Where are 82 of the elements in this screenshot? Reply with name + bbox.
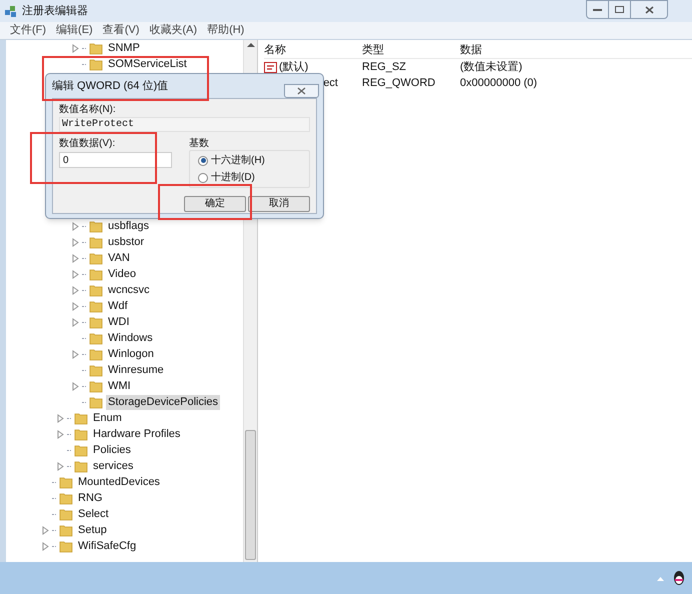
close-icon (297, 87, 306, 95)
menu-item[interactable]: 收藏夹(A) (149, 22, 198, 39)
folder-icon (59, 508, 73, 520)
column-header[interactable]: 数据 (460, 42, 692, 58)
folder-icon (74, 444, 88, 456)
radio-button[interactable] (198, 156, 208, 166)
folder-icon (89, 364, 103, 376)
tree-item[interactable]: Winlogon (106, 346, 156, 362)
folder-icon (59, 540, 73, 552)
folder-icon (89, 236, 103, 248)
tree-item[interactable]: Select (76, 506, 111, 522)
tree-item[interactable]: Video (106, 266, 138, 282)
value-name-field[interactable]: WriteProtect (59, 117, 310, 132)
tree-item[interactable]: Enum (91, 410, 124, 426)
column-header[interactable]: 名称 (264, 42, 362, 58)
folder-icon (89, 396, 103, 408)
field-label: 数值数据(V): (59, 138, 116, 150)
window-title: 注册表编辑器 (22, 4, 88, 19)
folder-icon (89, 300, 103, 312)
tree-item[interactable]: Hardware Profiles (91, 426, 182, 442)
tree-item[interactable]: WifiSafeCfg (76, 538, 138, 554)
radio-label: 十进制(D) (211, 170, 255, 185)
tree-item[interactable]: Wdf (106, 298, 130, 314)
expand-arrow-icon[interactable] (57, 462, 64, 470)
folder-icon (89, 58, 103, 70)
radio-label: 十六进制(H) (211, 154, 265, 168)
tree-item[interactable]: Winresume (106, 362, 166, 378)
value-data: (数值未设置) (460, 60, 522, 75)
folder-icon (59, 524, 73, 536)
value-data-field[interactable]: 0 (59, 152, 172, 168)
column-header[interactable]: 类型 (362, 42, 460, 58)
value-type: REG_SZ (362, 60, 408, 75)
value-data: 0x00000000 (0) (460, 76, 538, 91)
folder-icon (89, 316, 103, 328)
value-name: ect (323, 76, 338, 91)
folder-icon (89, 252, 103, 264)
dialog-button[interactable]: 取消 (248, 196, 310, 212)
string-value-icon (264, 62, 277, 72)
tree-item[interactable]: Windows (106, 330, 155, 346)
folder-icon (74, 428, 88, 440)
tree-item[interactable]: RNG (76, 490, 104, 506)
value-name: (默认) (279, 60, 308, 75)
tree-item[interactable]: usbstor (106, 234, 146, 250)
field-label: 数值名称(N): (59, 104, 117, 116)
value-type: REG_QWORD (362, 76, 436, 91)
folder-icon (89, 332, 103, 344)
tree-item[interactable]: SNMP (106, 40, 142, 56)
tree-item[interactable]: services (91, 458, 136, 474)
dialog-title: 编辑 QWORD (64 位)值 (52, 78, 168, 94)
folder-icon (74, 412, 88, 424)
group-label: 基数 (189, 138, 210, 150)
tree-item[interactable]: WDI (106, 314, 132, 330)
menu-item[interactable]: 编辑(E) (56, 22, 93, 39)
registry-cubes-icon (4, 4, 18, 18)
tree-item[interactable]: SOMServiceList (106, 56, 189, 72)
folder-icon (59, 492, 73, 504)
expand-arrow-icon[interactable] (72, 44, 79, 52)
tree-item[interactable]: VAN (106, 250, 132, 266)
dialog-button[interactable]: 确定 (184, 196, 246, 212)
menu-item[interactable]: 文件(F) (10, 22, 46, 39)
tree-item[interactable]: usbflags (106, 218, 151, 234)
folder-icon (89, 380, 103, 392)
close-button[interactable] (284, 84, 319, 98)
menu-item[interactable]: 帮助(H) (207, 22, 244, 39)
expand-arrow-icon[interactable] (72, 382, 79, 390)
folder-icon (89, 284, 103, 296)
close-icon (644, 6, 654, 14)
tree-item[interactable]: Setup (76, 522, 109, 538)
folder-icon (74, 460, 88, 472)
menu-item[interactable]: 查看(V) (102, 22, 140, 39)
penguin-icon[interactable] (672, 570, 686, 586)
tree-item[interactable]: StorageDevicePolicies (106, 394, 220, 410)
tree-item[interactable]: wcncsvc (106, 282, 152, 298)
tree-item[interactable]: MountedDevices (76, 474, 162, 490)
tree-item[interactable]: WMI (106, 378, 133, 394)
show-hidden-icons-icon[interactable] (657, 576, 664, 580)
folder-icon (89, 268, 103, 280)
tree-item[interactable]: Policies (91, 442, 133, 458)
expand-arrow-icon[interactable] (72, 350, 79, 358)
folder-icon (59, 476, 73, 488)
radio-button[interactable] (198, 172, 208, 182)
folder-icon (89, 348, 103, 360)
